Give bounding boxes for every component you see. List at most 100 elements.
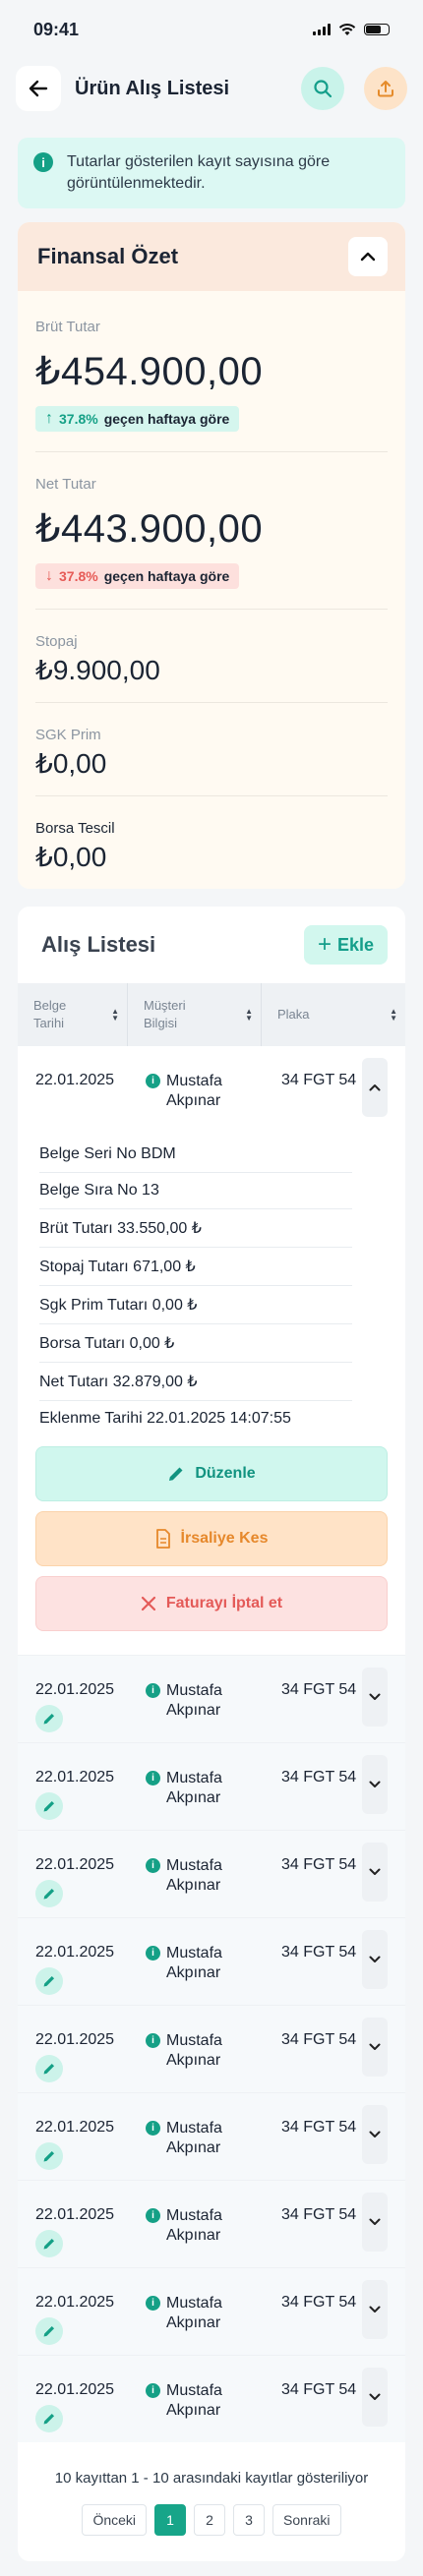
expand-row-button[interactable] — [362, 1668, 388, 1727]
add-button-label: Ekle — [336, 934, 374, 955]
info-icon[interactable]: i — [146, 2121, 160, 2136]
battery-icon — [364, 24, 390, 35]
chevron-down-icon — [369, 2393, 381, 2400]
page-button-2[interactable]: 2 — [194, 2504, 226, 2536]
financial-summary-title: Finansal Özet — [37, 244, 179, 268]
waybill-button[interactable]: İrsaliye Kes — [35, 1511, 388, 1566]
row-customer: i Mustafa Akpınar — [146, 1846, 273, 1917]
purchase-list-title: Alış Listesi — [41, 932, 156, 957]
table-row[interactable]: 22.01.2025 i Mustafa Akpınar 34 FGT 54 — [18, 1742, 405, 1830]
detail-stopaj-amount: Stopaj Tutarı 671,00 ₺ — [39, 1248, 352, 1286]
info-icon[interactable]: i — [146, 1683, 160, 1698]
row-customer: i Mustafa Akpınar — [146, 1062, 273, 1137]
table-row[interactable]: 22.01.2025 i Mustafa Akpınar 34 FGT 54 — [18, 1655, 405, 1742]
customer-first-name: Mustafa — [166, 2120, 222, 2137]
search-icon — [314, 80, 332, 98]
customer-last-name: Akpınar — [166, 1702, 221, 1719]
edit-row-button[interactable] — [35, 1967, 63, 1995]
row-plate: 34 FGT 54 — [281, 2206, 357, 2223]
chevron-up-icon — [369, 1084, 381, 1091]
app-header: Ürün Alış Listesi — [0, 61, 423, 116]
status-icons — [313, 23, 390, 36]
row-details: Belge Seri No BDM Belge Sıra No 13 Brüt … — [18, 1137, 405, 1446]
table-row[interactable]: 22.01.2025 i Mustafa Akpınar 34 FGT 54 — [18, 2092, 405, 2180]
financial-summary-header[interactable]: Finansal Özet — [18, 222, 405, 291]
chevron-down-icon — [369, 1956, 381, 1962]
detail-net-amount: Net Tutarı 32.879,00 ₺ — [39, 1363, 352, 1401]
page-button-3[interactable]: 3 — [233, 2504, 266, 2536]
cancel-invoice-button[interactable]: Faturayı İptal et — [35, 1576, 388, 1631]
table-row[interactable]: 22.01.2025 i Mustafa Akpınar 34 FGT 54 — [18, 2180, 405, 2267]
expand-row-button[interactable] — [362, 1755, 388, 1814]
info-icon[interactable]: i — [146, 2296, 160, 2311]
edit-row-button[interactable] — [35, 2230, 63, 2257]
purchase-list-header: Alış Listesi + Ekle — [18, 907, 405, 983]
info-icon[interactable]: i — [146, 2383, 160, 2398]
gross-change-text: geçen haftaya göre — [103, 411, 230, 427]
sgk-label: SGK Prim — [35, 727, 101, 743]
info-icon[interactable]: i — [146, 2033, 160, 2048]
collapse-button[interactable] — [348, 237, 388, 276]
export-button[interactable] — [364, 67, 407, 110]
info-icon[interactable]: i — [146, 1771, 160, 1786]
info-icon[interactable]: i — [146, 1946, 160, 1961]
pencil-icon — [43, 2325, 55, 2337]
row-customer: i Mustafa Akpınar — [146, 2284, 273, 2355]
edit-row-button[interactable] — [35, 2142, 63, 2170]
row-plate: 34 FGT 54 — [281, 1944, 357, 1961]
column-header-date[interactable]: Belge Tarihi ▲ ▼ — [18, 983, 128, 1046]
column-header-plate[interactable]: Plaka ▲ ▼ — [262, 983, 405, 1046]
back-button[interactable] — [16, 66, 61, 111]
sort-icon: ▲ ▼ — [390, 1007, 397, 1023]
expand-row-button[interactable] — [362, 2368, 388, 2427]
edit-row-button[interactable] — [35, 2405, 63, 2432]
signal-icon — [313, 24, 331, 35]
expand-row-button[interactable] — [362, 1930, 388, 1989]
table-header: Belge Tarihi ▲ ▼ Müşteri Bilgisi ▲ ▼ Plaka… — [18, 983, 405, 1046]
table-row[interactable]: 22.01.2025 i Mustafa Akpınar 34 FGT 54 — [18, 2005, 405, 2092]
stopaj-block: Stopaj ₺9.900,00 — [35, 627, 388, 703]
expand-row-button[interactable] — [362, 2105, 388, 2164]
search-button[interactable] — [301, 67, 344, 110]
edit-row-button[interactable] — [35, 1880, 63, 1907]
chevron-down-icon — [369, 2131, 381, 2137]
edit-row-button[interactable] — [35, 1792, 63, 1820]
waybill-button-label: İrsaliye Kes — [180, 1530, 269, 1547]
pagination: Önceki 1 2 3 Sonraki — [18, 2504, 405, 2561]
expand-row-button[interactable] — [362, 1843, 388, 1902]
table-row[interactable]: 22.01.2025 i Mustafa Akpınar 34 FGT 54 — [18, 1917, 405, 2005]
expand-row-button[interactable] — [362, 2280, 388, 2339]
edit-button[interactable]: Düzenle — [35, 1446, 388, 1501]
table-row[interactable]: 22.01.2025 i Mustafa Akpınar 34 FGT 54 — [18, 2355, 405, 2442]
expand-row-button[interactable] — [362, 2018, 388, 2077]
gross-amount-label: Brüt Tutar — [35, 319, 100, 335]
net-change-pct: 37.8% — [59, 568, 98, 584]
add-button[interactable]: + Ekle — [303, 925, 388, 965]
table-row[interactable]: 22.01.2025 i Mustafa Akpınar 34 FGT 54 — [18, 1046, 405, 1137]
page-button-1[interactable]: 1 — [154, 2504, 187, 2536]
net-change-text: geçen haftaya göre — [103, 568, 230, 584]
row-customer: i Mustafa Akpınar — [146, 1671, 273, 1742]
pencil-icon — [43, 2413, 55, 2425]
next-page-button[interactable]: Sonraki — [272, 2504, 341, 2536]
table-row[interactable]: 22.01.2025 i Mustafa Akpınar 34 FGT 54 — [18, 1830, 405, 1917]
edit-row-button[interactable] — [35, 2317, 63, 2345]
edit-row-button[interactable] — [35, 2055, 63, 2082]
customer-last-name: Akpınar — [166, 1789, 221, 1806]
pencil-icon — [43, 2150, 55, 2162]
chevron-down-icon — [369, 2043, 381, 2050]
column-header-customer[interactable]: Müşteri Bilgisi ▲ ▼ — [128, 983, 262, 1046]
table-row[interactable]: 22.01.2025 i Mustafa Akpınar 34 FGT 54 — [18, 2267, 405, 2355]
previous-page-button[interactable]: Önceki — [82, 2504, 148, 2536]
row-customer: i Mustafa Akpınar — [146, 2109, 273, 2180]
edit-row-button[interactable] — [35, 1705, 63, 1732]
info-icon[interactable]: i — [146, 1858, 160, 1873]
info-icon[interactable]: i — [146, 1074, 160, 1088]
customer-last-name: Akpınar — [166, 2139, 221, 2156]
info-icon[interactable]: i — [146, 2208, 160, 2223]
chevron-down-icon — [369, 1868, 381, 1875]
expand-row-button[interactable] — [362, 2193, 388, 2252]
gross-change-pct: 37.8% — [59, 411, 98, 427]
collapse-row-button[interactable] — [362, 1058, 388, 1117]
info-text: Tutarlar gösterilen kayıt sayısına göre … — [67, 153, 331, 192]
